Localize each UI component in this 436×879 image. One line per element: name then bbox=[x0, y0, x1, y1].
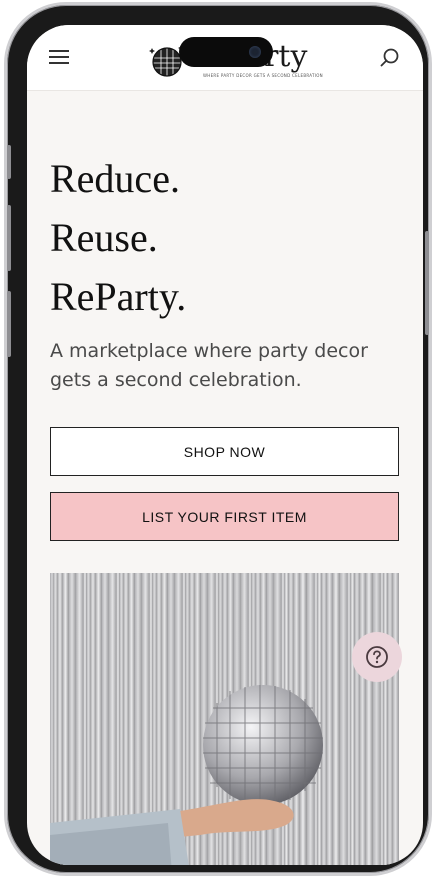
hamburger-menu-icon[interactable] bbox=[49, 50, 71, 66]
hero-line-reuse: Reuse. bbox=[50, 215, 158, 260]
power-button bbox=[425, 231, 429, 335]
disco-ball-photo-image bbox=[50, 573, 399, 865]
mute-switch bbox=[7, 145, 11, 179]
volume-up-button bbox=[7, 205, 11, 271]
logo-tagline: WHERE PARTY DECOR GETS A SECOND CELEBRAT… bbox=[203, 73, 323, 78]
shop-now-button[interactable]: SHOP NOW bbox=[50, 427, 399, 476]
front-camera-icon bbox=[249, 46, 261, 58]
screen: ReParty WHERE PARTY DECOR GETS A SECOND … bbox=[27, 25, 423, 865]
question-mark-icon bbox=[366, 646, 388, 668]
list-first-item-button[interactable]: LIST YOUR FIRST ITEM bbox=[50, 492, 399, 541]
hero-line-reduce: Reduce. bbox=[50, 156, 180, 201]
hero-tagline: A marketplace where party decor gets a s… bbox=[50, 340, 368, 391]
hero-headline: Reduce. Reuse. ReParty. bbox=[50, 149, 186, 326]
volume-down-button bbox=[7, 291, 11, 357]
phone-frame: ReParty WHERE PARTY DECOR GETS A SECOND … bbox=[4, 2, 432, 876]
search-icon[interactable] bbox=[379, 47, 401, 69]
help-button[interactable] bbox=[352, 632, 402, 682]
hero-line-reparty: ReParty. bbox=[50, 274, 187, 319]
hero-photo bbox=[50, 573, 399, 865]
dynamic-island bbox=[179, 37, 273, 67]
